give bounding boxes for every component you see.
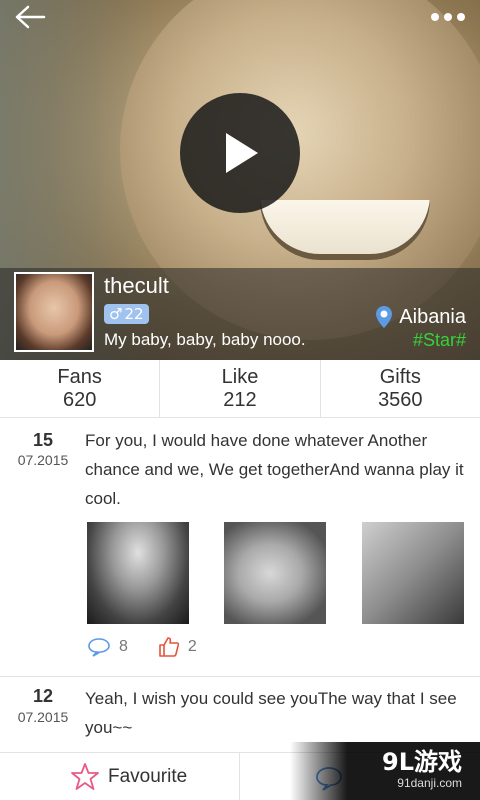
watermark-logo-text: 9L游戏 [382, 748, 462, 776]
stat-gifts[interactable]: Gifts 3560 [321, 360, 480, 417]
play-icon [226, 133, 258, 173]
favourite-button[interactable]: Favourite [0, 753, 240, 800]
post-photo[interactable] [224, 522, 326, 624]
location-label: Aibania [399, 305, 466, 328]
post-day: 15 [32, 430, 54, 450]
thumbs-up-icon[interactable] [158, 636, 180, 658]
stat-fans[interactable]: Fans 620 [0, 360, 161, 417]
gender-age-badge: ♂ 22 [104, 304, 149, 324]
star-icon [71, 762, 99, 790]
play-video-button[interactable] [180, 93, 300, 213]
post-day: 12 [32, 686, 54, 706]
post-item[interactable]: 12 07.2015 Yeah, I wish you could see yo… [0, 676, 480, 752]
post-date: 07.2015 [17, 709, 69, 725]
favourite-label: Favourite [108, 765, 188, 787]
ellipsis-icon [431, 13, 465, 21]
stat-label: Gifts [379, 366, 421, 388]
stat-label: Like [221, 366, 259, 388]
username: thecult [104, 273, 169, 298]
stat-value: 3560 [378, 389, 423, 411]
male-icon: ♂ [109, 305, 123, 323]
location-pin-icon [376, 306, 393, 328]
stat-value: 620 [62, 389, 97, 411]
profile-motto: My baby, baby, baby nooo. [104, 330, 306, 349]
watermark-url: 91danji.com [397, 776, 462, 790]
avatar[interactable] [14, 272, 94, 352]
star-tag[interactable]: #Star# [413, 330, 466, 351]
post-text: For you, I would have done whatever Anot… [85, 431, 464, 508]
stat-like[interactable]: Like 212 [160, 360, 321, 417]
arrow-left-icon [15, 5, 46, 29]
post-item[interactable]: 15 07.2015 For you, I would have done wh… [0, 418, 480, 676]
post-text: Yeah, I wish you could see youThe way th… [85, 689, 457, 737]
post-photo[interactable] [87, 522, 189, 624]
location: Aibania [375, 305, 466, 329]
more-options-button[interactable] [426, 0, 470, 34]
like-count: 2 [187, 638, 197, 655]
site-watermark: 9L游戏 91danji.com [290, 742, 480, 800]
back-button[interactable] [10, 0, 50, 34]
comment-count: 8 [119, 638, 128, 655]
comment-icon[interactable] [87, 637, 111, 657]
post-actions: 8 2 [87, 636, 197, 658]
age-value: 22 [124, 305, 144, 323]
stat-label: Fans [57, 366, 102, 388]
post-date: 07.2015 [17, 452, 69, 468]
stats-row: Fans 620 Like 212 Gifts 3560 [0, 360, 480, 418]
stat-value: 212 [223, 389, 257, 411]
post-photo[interactable] [362, 522, 464, 624]
